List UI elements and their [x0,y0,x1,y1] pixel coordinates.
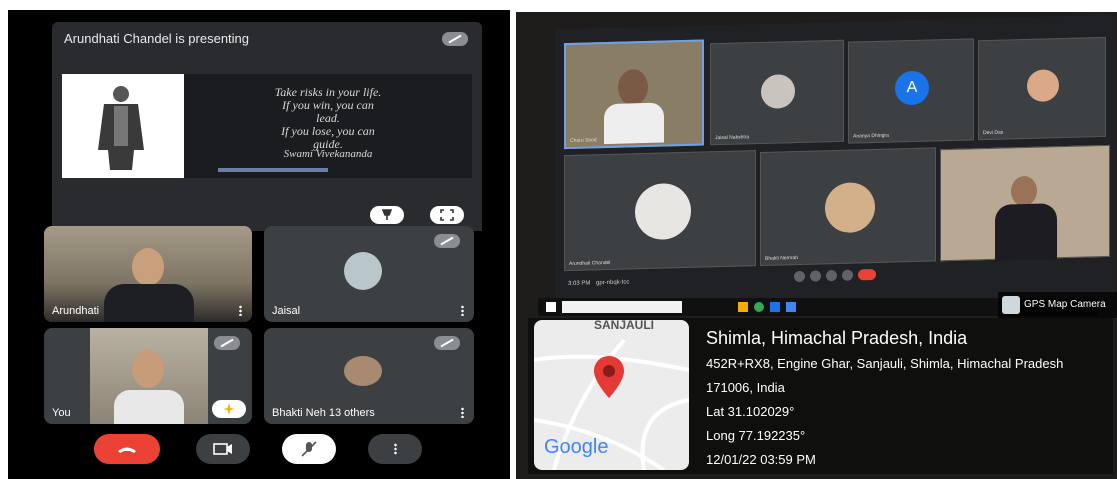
tile-name: Arundhati Chandel [569,259,611,267]
laptop-photo: Charu Sood Jaisal Nakshtra A Ananya Dhin… [516,12,1117,479]
address-line-1: 452R+RX8, Engine Ghar, Sanjauli, Shimla,… [706,356,1064,371]
participant-body [604,102,664,145]
camera-button[interactable] [196,434,250,464]
video-tile-devi: Devi Das [978,36,1106,141]
map-thumbnail: SANJAULI Google [534,320,689,470]
more-icon[interactable] [239,305,242,316]
tile-name: Bhakti Neh 13 others [272,407,375,419]
fullscreen-button[interactable] [430,206,464,224]
participant-face [132,248,164,286]
mic-off-icon [214,336,240,350]
avatar [635,182,691,241]
taskbar-search-box [562,301,682,313]
avatar [761,74,795,109]
tile-name: Arundhati [52,305,100,317]
meet-time: 3:03 PM [568,280,591,288]
present-icon [842,269,853,281]
gps-app-label: GPS Map Camera [1024,299,1106,310]
mic-button[interactable] [282,434,336,464]
meet-code: gpr-nbqk-tcc [596,279,630,287]
google-logo: Google [544,436,609,458]
tile-name: You [52,407,71,419]
tile-name: Jaisal [272,305,301,317]
app-icon [786,302,796,312]
address-line-2: 171006, India [706,380,785,395]
sparkle-icon [223,403,235,415]
end-call-icon [858,268,876,281]
pin-button[interactable] [370,206,404,224]
phone-meet-screen: Arundhati Chandel is presenting Take ris… [8,10,510,479]
video-tile-arundhati: Arundhati Chandel [564,150,756,272]
slide-progress-bar [218,168,328,172]
gps-app-tag: GPS Map Camera [998,292,1117,318]
avatar [344,356,382,386]
gps-stamp: SANJAULI Google Shimla, Himachal Pradesh… [528,318,1113,474]
mic-off-icon [442,32,468,46]
tile-name: Jaisal Nakshtra [715,134,750,142]
quote-text: Take risks in your life. If you win, you… [184,86,472,151]
folder-icon [738,302,748,312]
avatar [344,252,382,290]
participant-tile-arundhati[interactable]: Arundhati [44,226,252,322]
quote-author: Swami Vivekananda [283,148,373,160]
tile-name: Charu Sood [570,137,597,144]
participant-body [104,284,194,322]
video-tile-charu: Charu Sood [564,39,704,150]
more-options-icon [394,443,397,455]
presenting-label: Arundhati Chandel is presenting [64,31,250,46]
end-call-icon [118,447,136,453]
avatar [1027,69,1059,102]
avatar [825,181,875,234]
tile-name: Bhakti Nemrah [765,254,799,262]
effects-button[interactable] [212,400,246,418]
mic-off-icon [434,336,460,350]
video-tile-ananya: A Ananya Dhingra [848,38,974,144]
mic-icon [794,270,805,283]
more-options-button[interactable] [368,434,422,464]
map-place-label: SANJAULI [594,320,655,332]
participant-body [114,390,184,424]
windows-icon [546,302,556,312]
participant-body [995,203,1057,261]
end-call-button[interactable] [94,434,160,464]
camera-icon [810,270,821,282]
camera-icon [213,443,232,455]
meet-controls [794,268,884,283]
captions-icon [826,269,837,282]
latitude: Lat 31.102029° [706,404,795,419]
more-icon[interactable] [461,407,464,418]
pin-icon [381,209,393,220]
shared-screen: Take risks in your life. If you win, you… [52,56,482,231]
video-tile-presenter [940,144,1110,262]
tile-name: Devi Das [983,129,1004,137]
location-pin-icon [594,356,624,398]
participant-tile-jaisal[interactable]: Jaisal [264,226,474,322]
participant-face [618,68,648,106]
participant-face [132,350,164,388]
vivekananda-figure [98,86,144,170]
participant-tile-you[interactable]: You [44,328,252,424]
mic-off-icon [434,234,460,248]
mic-off-icon [301,441,317,457]
laptop-screen: Charu Sood Jaisal Nakshtra A Ananya Dhin… [556,14,1116,316]
chrome-icon [754,302,764,312]
datetime-stamp: 12/01/22 03:59 PM [706,452,816,467]
participant-tile-bhakti[interactable]: Bhakti Neh 13 others [264,328,474,424]
self-video-feed [90,328,208,424]
presenting-bar: Arundhati Chandel is presenting [52,22,482,56]
more-icon[interactable] [461,305,464,316]
app-icon [770,302,780,312]
video-tile-jaisal: Jaisal Nakshtra [710,39,844,146]
video-tile-bhakti: Bhakti Nemrah [760,147,936,266]
avatar-letter: A [895,70,929,106]
fullscreen-icon [440,209,454,221]
quote-panel: Take risks in your life. If you win, you… [184,74,472,178]
participant-face [1011,175,1037,207]
longitude: Long 77.192235° [706,428,806,443]
location-title: Shimla, Himachal Pradesh, India [706,328,968,348]
presentation-slide: Take risks in your life. If you win, you… [62,74,472,178]
gps-camera-icon [1002,296,1020,314]
tile-name: Ananya Dhingra [853,132,889,140]
